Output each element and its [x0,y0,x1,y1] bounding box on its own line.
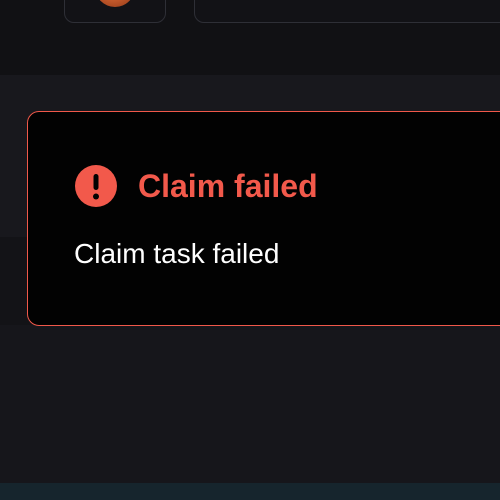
toast-title: Claim failed [138,168,318,204]
error-toast[interactable]: Claim failed Claim task failed [27,111,500,326]
avatar [95,0,135,7]
top-bar [0,0,500,75]
bottom-bar [0,483,500,500]
profile-button[interactable] [64,0,166,23]
content-section-lower [0,325,500,483]
toast-message: Claim task failed [74,238,280,269]
exclamation-circle-icon [75,165,117,207]
header-panel[interactable] [194,0,500,23]
app-page: Claim failed Claim task failed [0,0,500,500]
